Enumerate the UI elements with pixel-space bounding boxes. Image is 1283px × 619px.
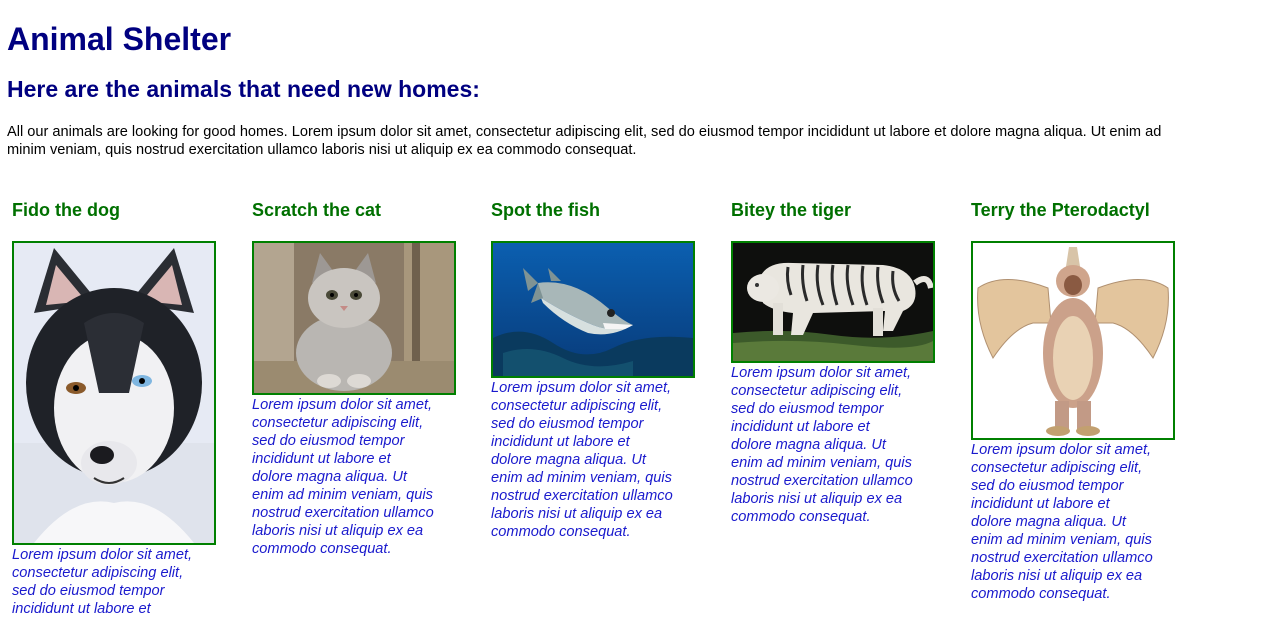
intro-paragraph: All our animals are looking for good hom… [7, 123, 1283, 159]
desc-line: commodo consequat. [491, 524, 631, 540]
desc-line: incididunt ut labore et [491, 434, 630, 450]
husky-dog-photo [14, 243, 214, 543]
desc-line: Lorem ipsum dolor sit amet, [252, 397, 433, 413]
desc-line: consectetur adipiscing elit, [491, 398, 663, 414]
desc-line: dolore magna aliqua. Ut [731, 437, 886, 453]
animal-photo-frame [252, 241, 456, 395]
animal-card-tiger: Bitey the tiger Lorem ipsum dolor sit am… [731, 199, 951, 526]
desc-line: dolore magna aliqua. Ut [971, 514, 1126, 530]
page-title: Animal Shelter [7, 21, 232, 57]
desc-line: consectetur adipiscing elit, [731, 383, 903, 399]
intro-line-1: All our animals are looking for good hom… [7, 124, 1162, 140]
desc-line: sed do eiusmod tempor [971, 478, 1124, 494]
barracuda-fish-photo [493, 243, 693, 376]
desc-line: incididunt ut labore et [731, 419, 870, 435]
animal-card-cat: Scratch the cat Lorem ipsum dolor sit am… [252, 199, 472, 558]
desc-line: sed do eiusmod tempor [12, 583, 165, 599]
desc-line: nostrud exercitation ullamco [971, 550, 1153, 566]
animal-photo-frame [491, 241, 695, 378]
desc-line: sed do eiusmod tempor [731, 401, 884, 417]
animal-card-pterodactyl: Terry the Pterodactyl Lorem ipsum dolor … [971, 199, 1191, 603]
desc-line: consectetur adipiscing elit, [12, 565, 184, 581]
animal-name: Spot the fish [491, 200, 600, 220]
desc-line: consectetur adipiscing elit, [971, 460, 1143, 476]
desc-line: commodo consequat. [252, 541, 392, 557]
desc-line: incididunt ut labore et [252, 451, 391, 467]
animal-card-fish: Spot the fish Lorem ipsum dolor sit amet… [491, 199, 711, 541]
desc-line: enim ad minim veniam, quis [971, 532, 1152, 548]
animal-name: Fido the dog [12, 200, 120, 220]
white-tiger-photo [733, 243, 933, 361]
page: Animal Shelter Here are the animals that… [0, 0, 1283, 619]
desc-line: Lorem ipsum dolor sit amet, [491, 380, 672, 396]
desc-line: laboris nisi ut aliquip ex ea [731, 491, 903, 507]
desc-line: sed do eiusmod tempor [252, 433, 405, 449]
desc-line: nostrud exercitation ullamco [731, 473, 913, 489]
desc-line: Lorem ipsum dolor sit amet, [12, 547, 193, 563]
pterodactyl-costume-photo [973, 243, 1173, 438]
desc-line: consectetur adipiscing elit, [252, 415, 424, 431]
animal-description: Lorem ipsum dolor sit amet, consectetur … [731, 364, 937, 526]
page-subtitle: Here are the animals that need new homes… [7, 76, 480, 102]
animal-description: Lorem ipsum dolor sit amet, consectetur … [971, 441, 1177, 603]
desc-line: laboris nisi ut aliquip ex ea [971, 568, 1143, 584]
animal-photo-frame [12, 241, 216, 545]
desc-line: commodo consequat. [971, 586, 1111, 602]
desc-line: dolore magna aliqua. Ut [491, 452, 646, 468]
desc-line: commodo consequat. [731, 509, 871, 525]
animal-photo-frame [731, 241, 935, 363]
desc-line: Lorem ipsum dolor sit amet, [971, 442, 1152, 458]
desc-line: incididunt ut labore et [12, 601, 151, 617]
desc-line: laboris nisi ut aliquip ex ea [252, 523, 424, 539]
desc-line: nostrud exercitation ullamco [491, 488, 673, 504]
desc-line: enim ad minim veniam, quis [252, 487, 433, 503]
desc-line: nostrud exercitation ullamco [252, 505, 434, 521]
desc-line: enim ad minim veniam, quis [491, 470, 672, 486]
desc-line: laboris nisi ut aliquip ex ea [491, 506, 663, 522]
intro-line-2: minim veniam, quis nostrud exercitation … [7, 142, 637, 158]
animal-list: Fido the dog Lorem ipsum dolor sit amet,… [7, 199, 1283, 619]
desc-line: Lorem ipsum dolor sit amet, [731, 365, 912, 381]
animal-name: Bitey the tiger [731, 200, 852, 220]
animal-card-dog: Fido the dog Lorem ipsum dolor sit amet,… [12, 199, 232, 618]
animal-name: Terry the Pterodactyl [971, 200, 1150, 220]
animal-name: Scratch the cat [252, 200, 382, 220]
animal-description: Lorem ipsum dolor sit amet, consectetur … [491, 379, 697, 541]
desc-line: dolore magna aliqua. Ut [252, 469, 407, 485]
animal-description: Lorem ipsum dolor sit amet, consectetur … [12, 546, 218, 618]
animal-description: Lorem ipsum dolor sit amet, consectetur … [252, 396, 458, 558]
desc-line: enim ad minim veniam, quis [731, 455, 912, 471]
animal-photo-frame [971, 241, 1175, 440]
desc-line: sed do eiusmod tempor [491, 416, 644, 432]
kitten-photo [254, 243, 454, 393]
desc-line: incididunt ut labore et [971, 496, 1110, 512]
